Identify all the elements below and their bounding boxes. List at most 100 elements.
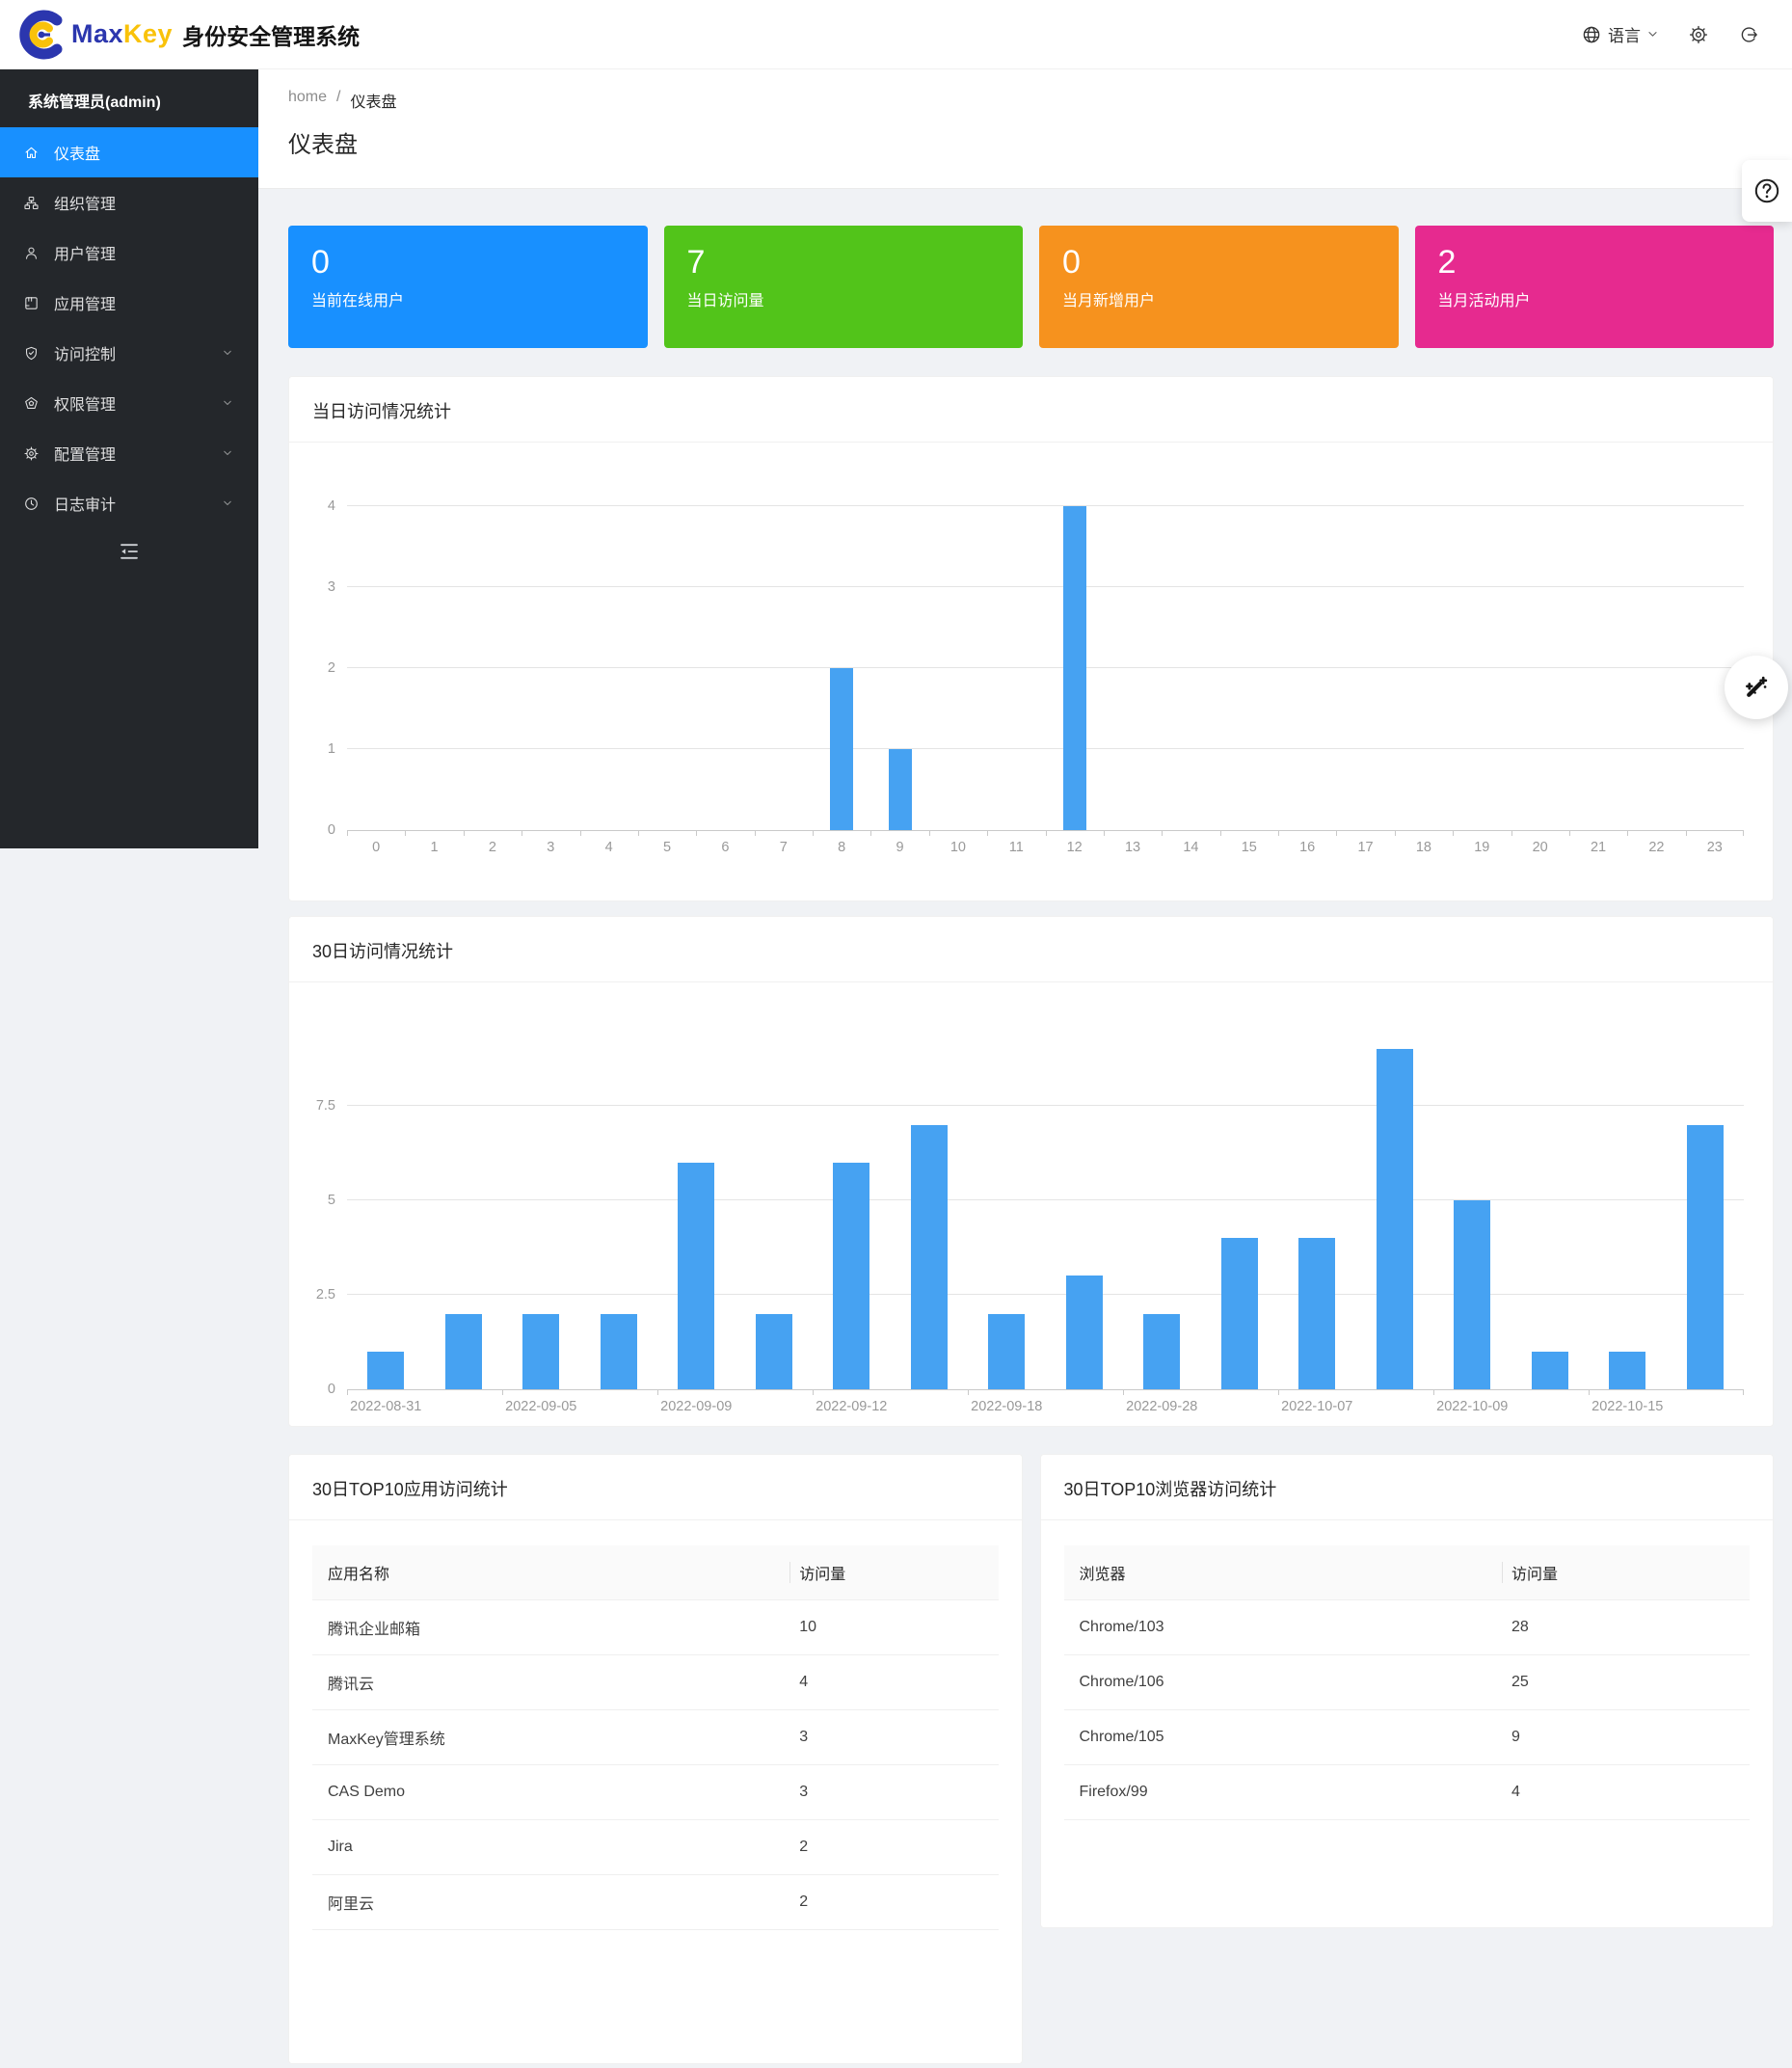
- table-cell-count: 4: [1511, 1784, 1734, 1801]
- chart-bar: [1454, 1200, 1490, 1389]
- table-cell-name: CAS Demo: [328, 1784, 799, 1801]
- chart-bar: [1066, 1276, 1103, 1389]
- org-icon: [23, 195, 40, 211]
- brand-name: MaxKey: [71, 19, 173, 49]
- table-cell-count: 4: [799, 1674, 982, 1691]
- table-cell-count: 2: [799, 1893, 982, 1911]
- chart-title: 30日访问情况统计: [289, 917, 1773, 982]
- sidebar-item-label: 用户管理: [54, 241, 116, 264]
- sidebar-item-3[interactable]: 用户管理: [0, 228, 258, 278]
- settings-button[interactable]: [1688, 24, 1709, 45]
- chart-bar: [1377, 1049, 1413, 1389]
- sidebar-item-7[interactable]: 配置管理: [0, 428, 258, 478]
- gear-icon: [23, 445, 40, 462]
- x-axis-label: 11: [987, 831, 1045, 865]
- stat-label: 当月活动用户: [1438, 287, 1752, 310]
- x-axis-label: 8: [813, 831, 870, 865]
- table-cell-name: Firefox/99: [1080, 1784, 1511, 1801]
- sidebar-item-4[interactable]: 应用管理: [0, 278, 258, 328]
- breadcrumb-home[interactable]: home: [288, 89, 327, 112]
- chart-bar: [445, 1314, 482, 1389]
- chart-title: 当日访问情况统计: [289, 377, 1773, 443]
- x-axis-label: 0: [347, 831, 405, 865]
- table-cell-name: Chrome/103: [1080, 1619, 1511, 1636]
- x-axis-label: 21: [1569, 831, 1627, 865]
- x-axis-label: 2022-09-12: [813, 1390, 891, 1424]
- top-browsers-table-card: 30日TOP10浏览器访问统计 浏览器 访问量Chrome/103 28Chro…: [1040, 1454, 1775, 1928]
- x-axis-label: 10: [929, 831, 987, 865]
- stat-label: 当前在线用户: [311, 287, 625, 310]
- home-icon: [23, 145, 40, 161]
- monthly-visits-chart: 02.557.5: [347, 1027, 1744, 1389]
- table-header-cell: 浏览器: [1080, 1561, 1511, 1584]
- sidebar-item-8[interactable]: 日志审计: [0, 478, 258, 528]
- theme-wand-button[interactable]: [1725, 656, 1788, 719]
- table-cell-count: 3: [799, 1784, 982, 1801]
- chart-bar: [367, 1352, 404, 1389]
- monthly-visits-x-axis: 2022-08-31 2022-09-05 2022-09-09 2022-09-12…: [347, 1389, 1744, 1424]
- x-axis-label: 13: [1104, 831, 1162, 865]
- sidebar-item-label: 配置管理: [54, 442, 116, 465]
- sidebar-item-5[interactable]: 访问控制: [0, 328, 258, 378]
- x-axis-label: 2022-09-09: [657, 1390, 736, 1424]
- language-dropdown[interactable]: 语言: [1581, 22, 1659, 46]
- top-browsers-table: 浏览器 访问量Chrome/103 28Chrome/106 25Chrome/…: [1041, 1520, 1774, 1820]
- stat-value: 0: [311, 241, 625, 283]
- y-axis-label: 7.5: [316, 1098, 335, 1114]
- chart-bar: [1063, 506, 1086, 830]
- chevron-down-icon: [222, 497, 233, 509]
- sidebar-item-label: 组织管理: [54, 191, 116, 214]
- stat-card-4: 2 当月活动用户: [1415, 226, 1775, 348]
- sidebar-item-label: 应用管理: [54, 291, 116, 314]
- admin-label: 系统管理员(admin): [0, 69, 258, 127]
- top-apps-table: 应用名称 访问量腾讯企业邮箱 10腾讯云 4MaxKey管理系统 3CAS De…: [289, 1520, 1022, 1930]
- help-button[interactable]: [1742, 160, 1792, 222]
- x-axis-label: [1201, 1390, 1279, 1424]
- logo: MaxKey 身份安全管理系统: [0, 8, 360, 62]
- sidebar-item-6[interactable]: 权限管理: [0, 378, 258, 428]
- brand-key: Key: [123, 19, 173, 48]
- y-axis-label: 0: [328, 1382, 335, 1397]
- sidebar-item-2[interactable]: 组织管理: [0, 177, 258, 228]
- sidebar-item-1[interactable]: 仪表盘: [0, 127, 258, 177]
- y-axis-label: 3: [328, 579, 335, 595]
- table-title: 30日TOP10应用访问统计: [289, 1455, 1022, 1520]
- table-header-cell: 应用名称: [328, 1561, 799, 1584]
- table-header-cell: 访问量: [1511, 1561, 1734, 1584]
- x-axis-label: 12: [1046, 831, 1104, 865]
- stat-card-2: 7 当日访问量: [664, 226, 1024, 348]
- monthly-visits-chart-card: 30日访问情况统计 02.557.5 2022-08-312022-09-052…: [288, 916, 1774, 1427]
- stat-cards-row: 0 当前在线用户7 当日访问量 0 当月新增用户 2 当月活动用户: [288, 226, 1774, 348]
- x-axis-label: [736, 1390, 814, 1424]
- x-axis-label: 7: [755, 831, 813, 865]
- daily-visits-chart: 01234: [347, 506, 1744, 830]
- x-axis-label: 2022-09-05: [502, 1390, 580, 1424]
- x-axis-label: [1046, 1390, 1124, 1424]
- x-axis-label: 18: [1395, 831, 1453, 865]
- chart-bar: [833, 1163, 869, 1389]
- logout-button[interactable]: [1738, 24, 1759, 45]
- table-cell-count: 28: [1511, 1619, 1734, 1636]
- chevron-down-icon: [222, 447, 233, 459]
- stat-card-1: 0 当前在线用户: [288, 226, 648, 348]
- table-row: Chrome/105 9: [1064, 1710, 1751, 1765]
- chart-bar: [911, 1125, 948, 1389]
- chevron-down-icon: [222, 397, 233, 409]
- breadcrumb: home / 仪表盘: [258, 69, 1792, 112]
- sidebar: 系统管理员(admin) 仪表盘 组织管理 用户管理 应用管理 访问控制: [0, 69, 258, 848]
- chart-bar: [1143, 1314, 1180, 1389]
- chart-bar: [1298, 1238, 1335, 1389]
- pentagon-icon: [23, 395, 40, 412]
- x-axis-label: [425, 1390, 503, 1424]
- x-axis-label: 2022-10-07: [1278, 1390, 1356, 1424]
- x-axis-label: 19: [1453, 831, 1511, 865]
- x-axis-label: 2022-08-31: [347, 1390, 425, 1424]
- stat-label: 当月新增用户: [1062, 287, 1376, 310]
- table-cell-name: 阿里云: [328, 1891, 799, 1914]
- menu-fold-icon[interactable]: [118, 540, 141, 563]
- app-header: MaxKey 身份安全管理系统 语言: [0, 0, 1792, 69]
- gear-icon: [1688, 24, 1709, 45]
- chart-bar: [889, 749, 912, 830]
- x-axis-label: 22: [1627, 831, 1685, 865]
- stat-value: 7: [687, 241, 1001, 283]
